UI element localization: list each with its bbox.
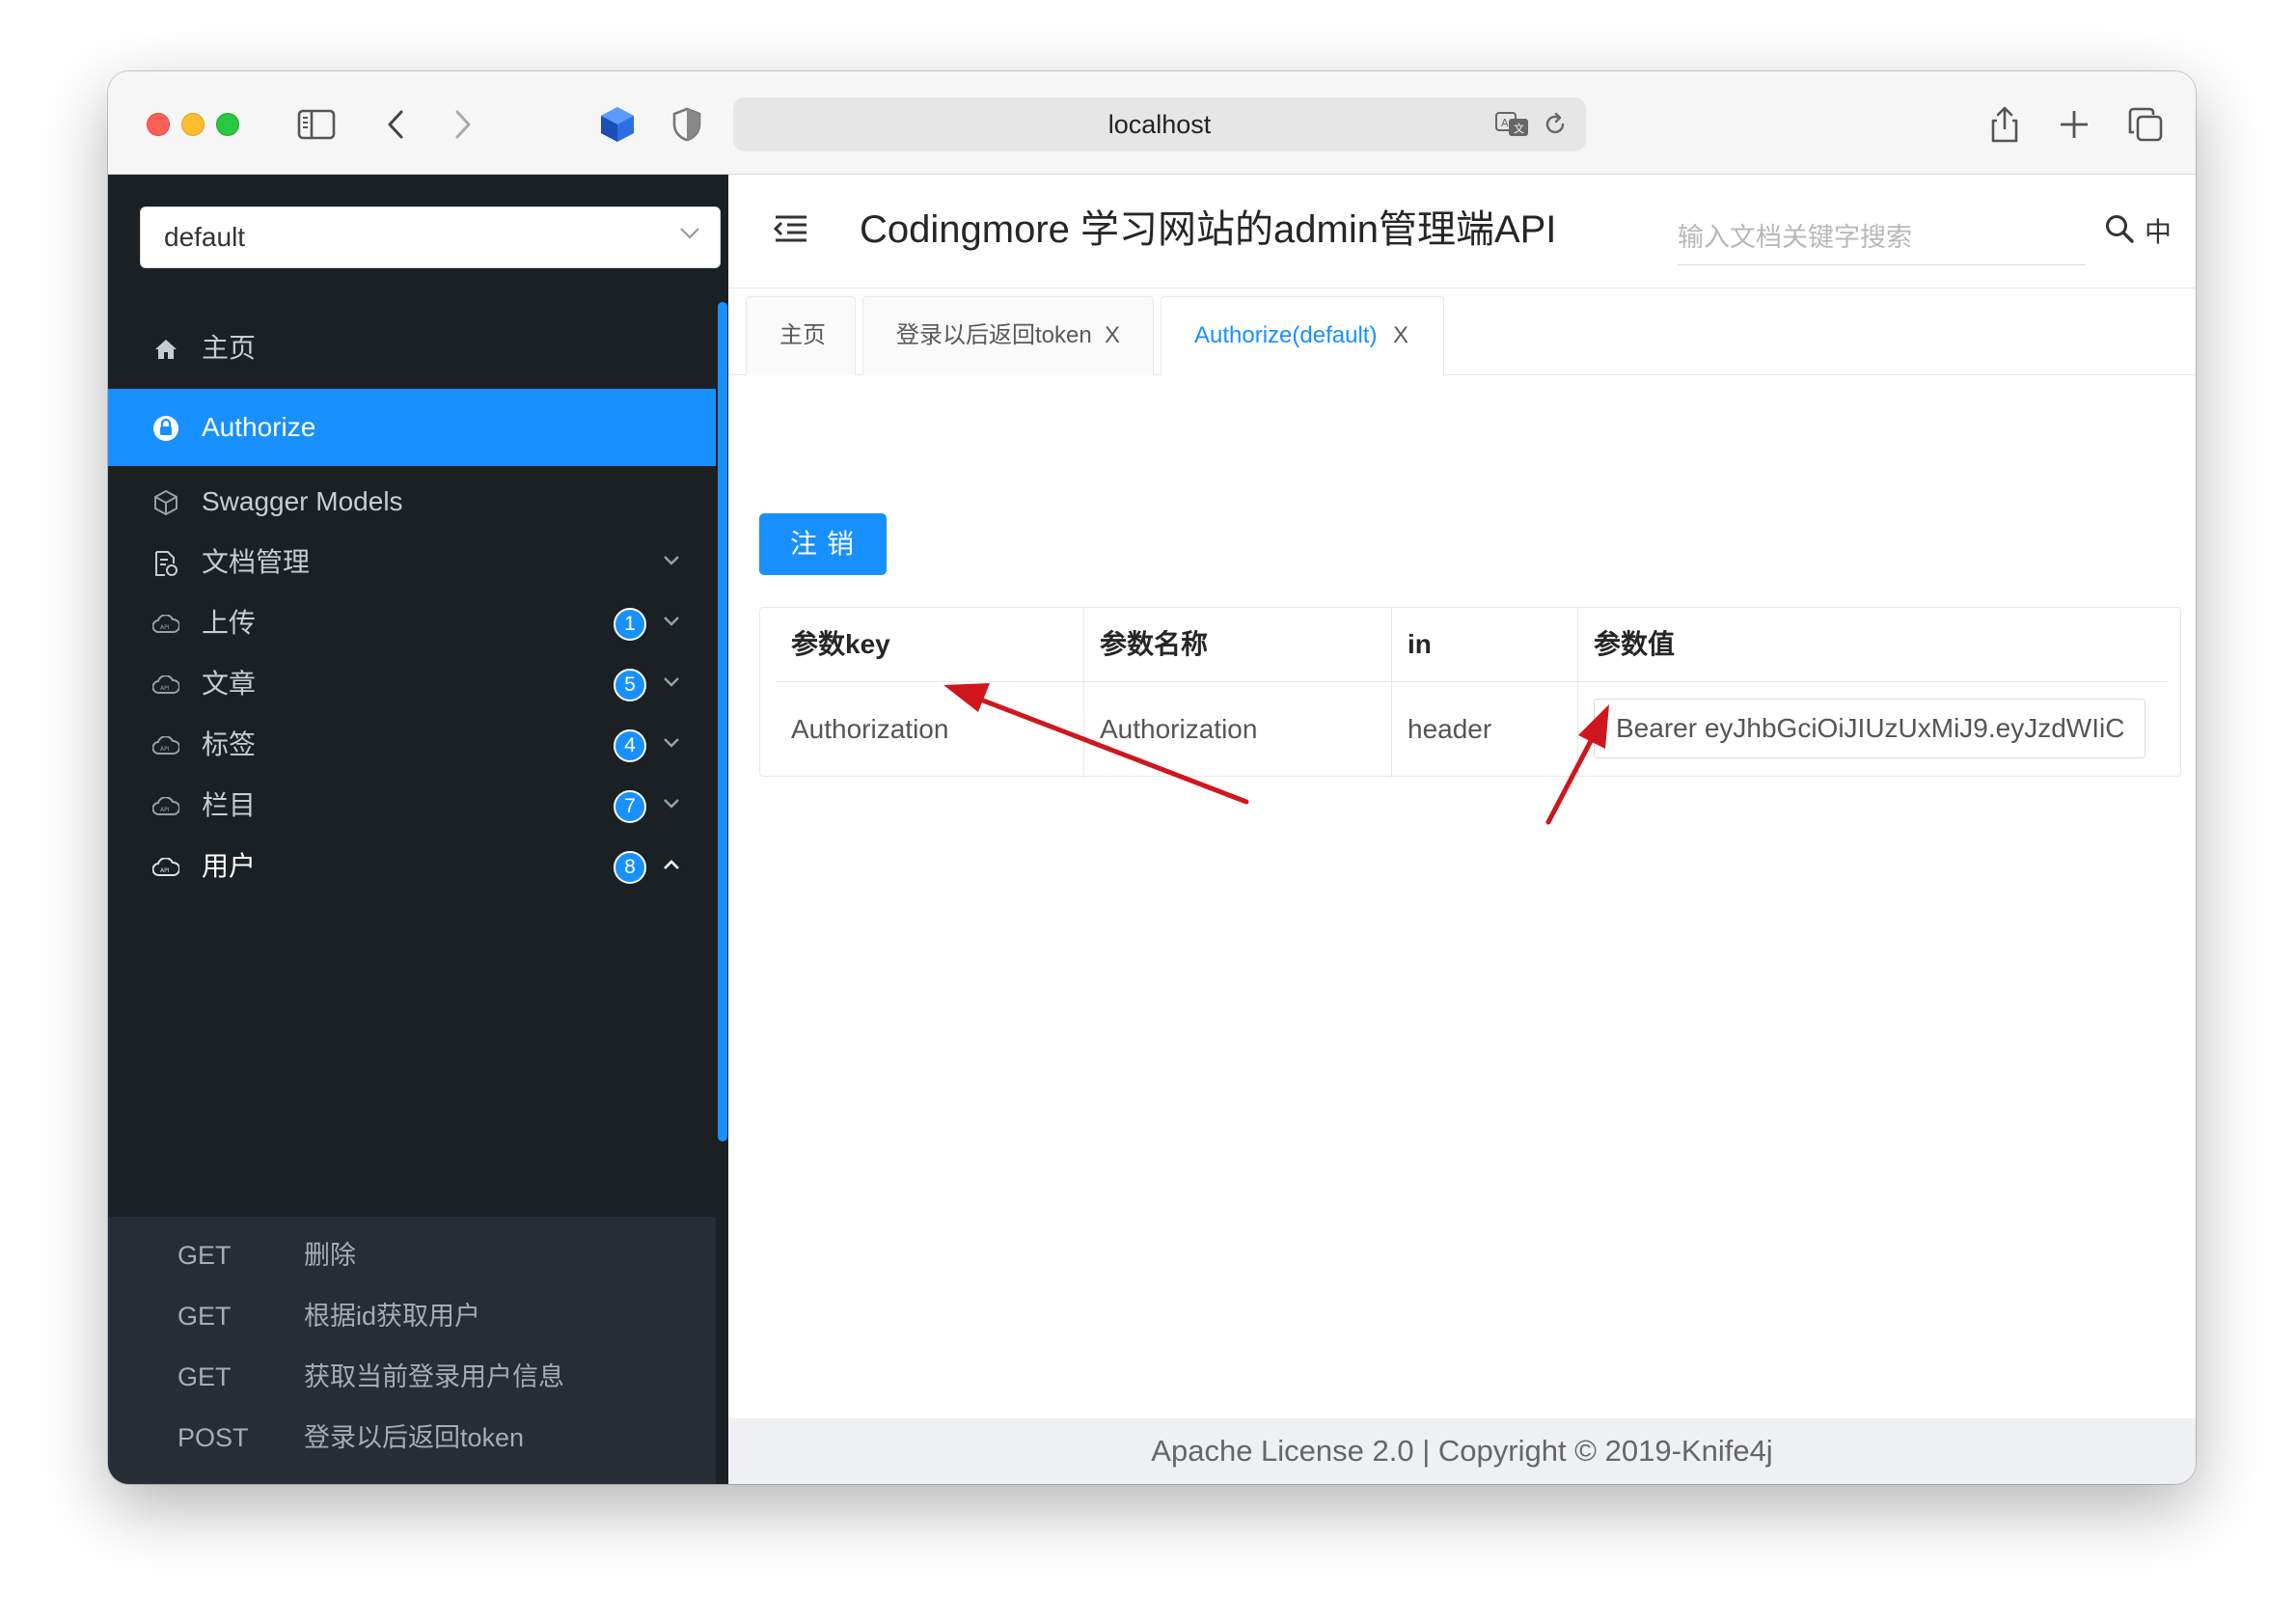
annotation-arrows [943, 683, 1609, 825]
annotation-arrow-key [943, 683, 1249, 805]
annotation-arrow-value [1545, 704, 1609, 825]
browser-window: localhost A文 default 主页 Authorize Swagge… [108, 71, 2196, 1484]
